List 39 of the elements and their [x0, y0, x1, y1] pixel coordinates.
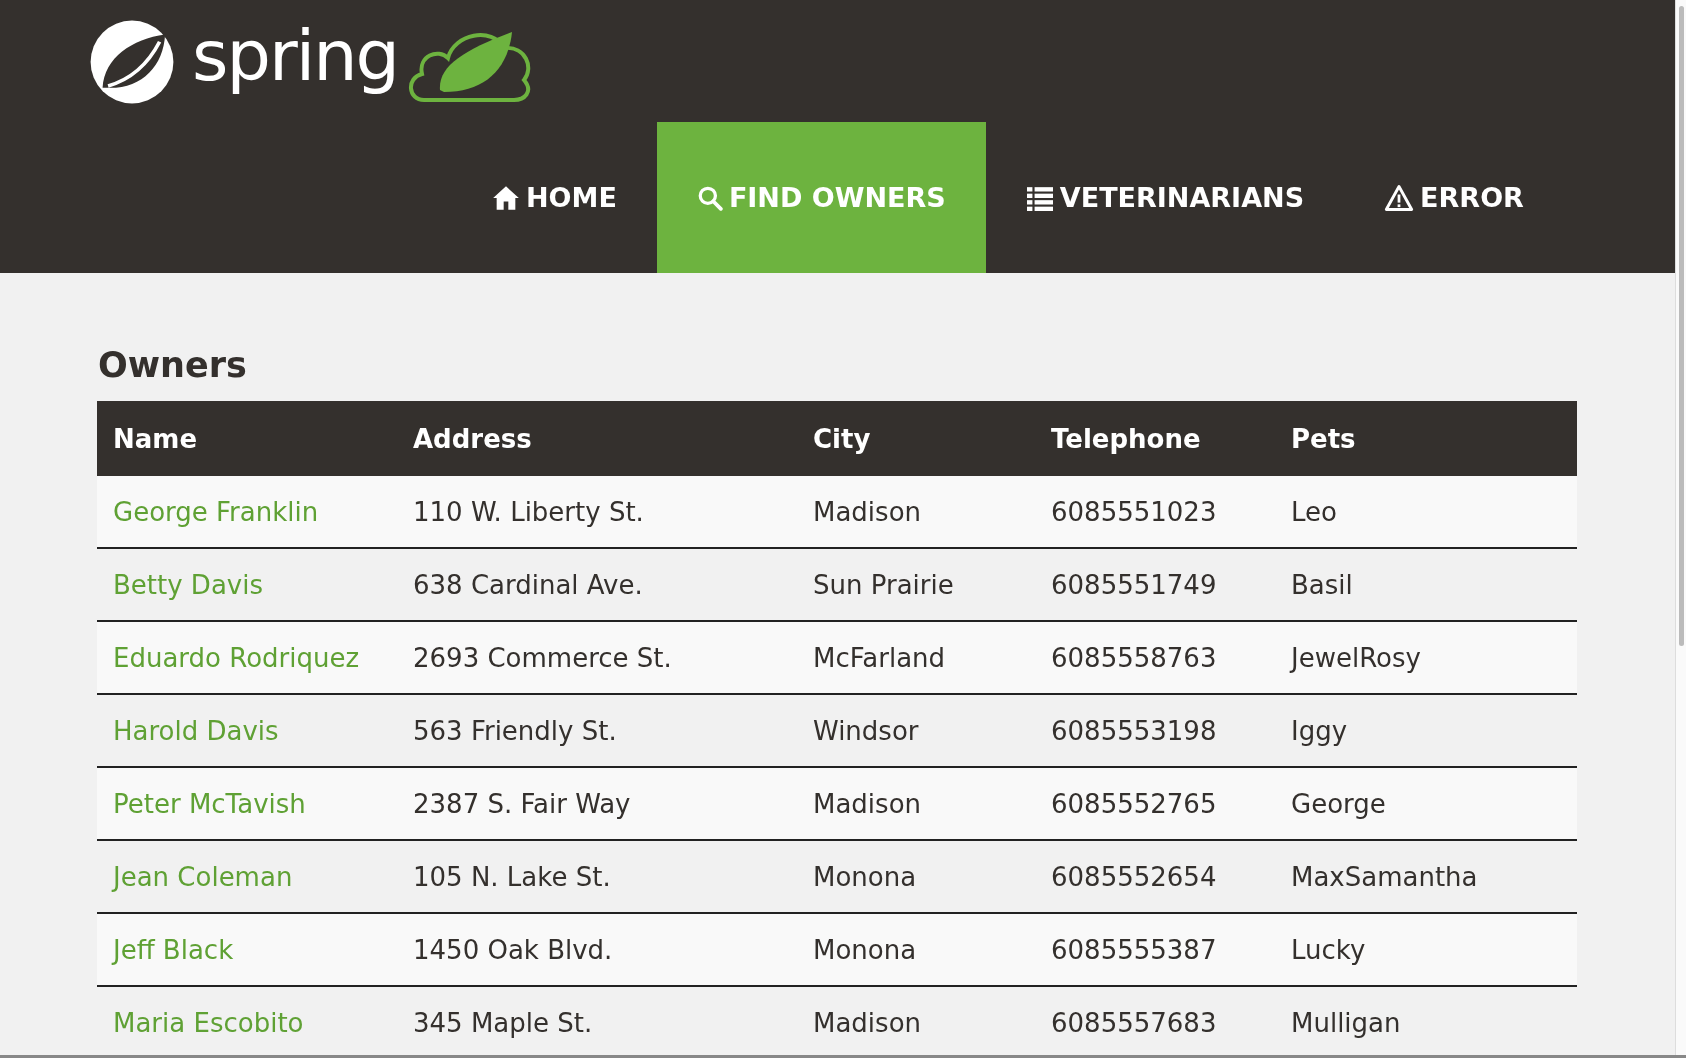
table-cell: 6085558763: [1035, 621, 1275, 694]
table-cell: Mulligan: [1275, 986, 1577, 1055]
page-heading: Owners: [97, 345, 248, 385]
list-icon: [1025, 184, 1054, 211]
nav-tab[interactable]: ERROR: [1344, 122, 1564, 273]
table-cell: 6085557683: [1035, 986, 1275, 1055]
column-header: Address: [397, 401, 797, 476]
owner-link[interactable]: Harold Davis: [113, 715, 279, 746]
table-cell: Lucky: [1275, 913, 1577, 986]
table-cell: Leo: [1275, 476, 1577, 548]
warning-icon: [1384, 183, 1415, 212]
table-cell: 345 Maple St.: [397, 986, 797, 1055]
column-header: Pets: [1275, 401, 1577, 476]
nav-tab[interactable]: VETERINARIANS: [985, 122, 1345, 273]
table-cell: 6085552765: [1035, 767, 1275, 840]
column-header: Name: [97, 401, 397, 476]
table-cell: Madison: [797, 986, 1035, 1055]
logo-text: spring: [192, 21, 398, 99]
table-cell: Madison: [797, 476, 1035, 548]
table-cell: 1450 Oak Blvd.: [397, 913, 797, 986]
column-header: Telephone: [1035, 401, 1275, 476]
table-cell: 6085551023: [1035, 476, 1275, 548]
column-header: City: [797, 401, 1035, 476]
owner-link[interactable]: Jeff Black: [113, 934, 234, 965]
nav-tab[interactable]: FIND OWNERS: [656, 122, 986, 273]
table-cell: 2693 Commerce St.: [397, 621, 797, 694]
owner-link[interactable]: Jean Coleman: [113, 861, 293, 892]
nav-tab[interactable]: HOME: [452, 122, 657, 273]
table-cell: 6085555387: [1035, 913, 1275, 986]
table-cell: 2387 S. Fair Way: [397, 767, 797, 840]
table-cell: George: [1275, 767, 1577, 840]
table-cell: JewelRosy: [1275, 621, 1577, 694]
table-cell: 110 W. Liberty St.: [397, 476, 797, 548]
search-icon: [696, 184, 723, 211]
owner-link[interactable]: Maria Escobito: [113, 1007, 304, 1038]
table-cell: McFarland: [797, 621, 1035, 694]
table-cell: Monona: [797, 913, 1035, 986]
owner-link[interactable]: Betty Davis: [113, 569, 263, 600]
table-cell: Madison: [797, 767, 1035, 840]
